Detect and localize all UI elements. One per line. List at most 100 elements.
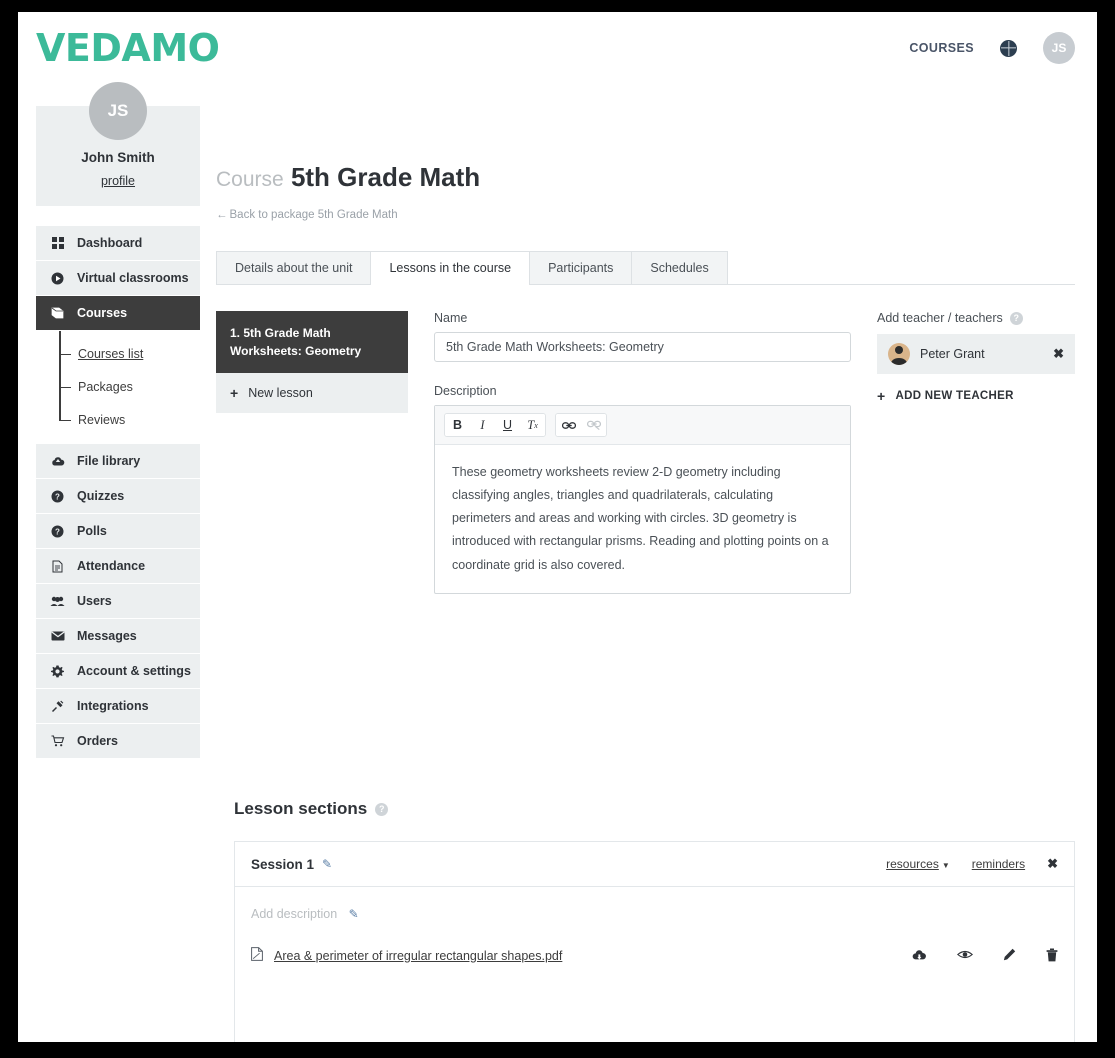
sidebar-item-quizzes[interactable]: ? Quizzes — [36, 479, 200, 514]
lesson-sections-title-row: Lesson sections ? — [234, 799, 1075, 819]
help-icon[interactable]: ? — [1009, 311, 1023, 325]
italic-button[interactable]: I — [470, 414, 495, 436]
reminders-link[interactable]: reminders — [972, 857, 1025, 871]
remove-format-sub: x — [534, 420, 538, 430]
remove-teacher-icon[interactable]: ✖ — [1053, 346, 1064, 362]
preview-eye-icon[interactable] — [956, 949, 974, 962]
courses-subnav: Courses list Packages Reviews — [36, 331, 200, 444]
add-description-pencil-icon: ✎ — [348, 907, 359, 921]
sidebar-profile-card: JS John Smith profile — [36, 82, 200, 206]
lesson-form: Name Description B I U Tx — [434, 311, 851, 594]
close-section-icon[interactable]: ✖ — [1047, 856, 1058, 872]
edit-pencil-icon[interactable] — [1003, 948, 1016, 963]
teachers-panel: Add teacher / teachers ? Peter Grant ✖ +… — [877, 311, 1075, 594]
sidebar-item-messages[interactable]: Messages — [36, 619, 200, 654]
sidebar-item-virtual-classrooms[interactable]: Virtual classrooms — [36, 261, 200, 296]
breadcrumb-back-link[interactable]: ← Back to package 5th Grade Math — [216, 209, 398, 221]
document-icon — [50, 560, 65, 573]
add-description-button[interactable]: Add description ✎ — [251, 907, 1058, 921]
cart-icon — [50, 735, 65, 747]
file-name-link[interactable]: Area & perimeter of irregular rectangula… — [274, 949, 562, 963]
lesson-list-item-active[interactable]: 1. 5th Grade Math Worksheets: Geometry — [216, 311, 408, 373]
page-title: Course 5th Grade Math — [216, 162, 1075, 193]
grid-icon — [50, 237, 65, 249]
edit-section-pencil-icon[interactable]: ✎ — [322, 857, 332, 871]
section-card: Session 1 ✎ resources ▼ reminders ✖ Add d… — [234, 841, 1075, 1042]
bold-button[interactable]: B — [445, 414, 470, 436]
sidebar-item-label: File library — [77, 454, 141, 468]
tab-participants[interactable]: Participants — [529, 251, 633, 284]
tab-lessons-in-the-course[interactable]: Lessons in the course — [370, 251, 531, 285]
sidebar-item-file-library[interactable]: File library — [36, 444, 200, 479]
add-new-teacher-button[interactable]: + ADD NEW TEACHER — [877, 388, 1075, 404]
teachers-label: Add teacher / teachers — [877, 311, 1003, 325]
file-actions — [912, 948, 1058, 964]
subnav-label: Courses list — [78, 346, 144, 361]
link-button-group — [555, 413, 607, 437]
sidebar-item-reviews[interactable]: Reviews — [36, 403, 200, 436]
download-icon[interactable] — [912, 949, 927, 963]
back-arrow-icon: ← — [216, 209, 227, 221]
sidebar-item-label: Messages — [77, 629, 137, 643]
delete-trash-icon[interactable] — [1046, 948, 1058, 964]
page-title-main: 5th Grade Math — [290, 162, 481, 192]
remove-format-button[interactable]: Tx — [520, 414, 545, 436]
sidebar: JS John Smith profile Dashboard Virtual … — [18, 82, 200, 759]
sidebar-item-dashboard[interactable]: Dashboard — [36, 226, 200, 261]
tab-schedules[interactable]: Schedules — [631, 251, 728, 284]
underline-button[interactable]: U — [495, 414, 520, 436]
nav-courses-link[interactable]: COURSES — [909, 41, 974, 55]
sidebar-item-integrations[interactable]: Integrations — [36, 689, 200, 724]
teacher-avatar — [888, 343, 910, 365]
unlink-icon[interactable] — [581, 414, 606, 436]
help-icon[interactable]: ? — [375, 802, 389, 816]
profile-link[interactable]: profile — [101, 174, 135, 188]
section-header-actions: resources ▼ reminders ✖ — [886, 856, 1058, 872]
sidebar-item-courses-list[interactable]: Courses list — [36, 337, 200, 370]
lesson-list-panel: 1. 5th Grade Math Worksheets: Geometry +… — [216, 311, 408, 594]
teacher-list-item: Peter Grant ✖ — [877, 334, 1075, 374]
avatar[interactable]: JS — [1043, 32, 1075, 64]
sidebar-item-packages[interactable]: Packages — [36, 370, 200, 403]
gear-icon — [50, 665, 65, 678]
sidebar-item-account-settings[interactable]: Account & settings — [36, 654, 200, 689]
pdf-file-icon — [251, 947, 263, 964]
sidebar-item-orders[interactable]: Orders — [36, 724, 200, 759]
app-window: VEDAMO COURSES JS JS John Smith profile … — [18, 12, 1097, 1042]
plug-icon — [50, 700, 65, 713]
new-lesson-label: New lesson — [248, 386, 313, 400]
cloud-upload-icon — [50, 456, 65, 467]
top-navigation: COURSES JS — [909, 32, 1075, 64]
play-circle-icon — [50, 272, 65, 285]
description-field-label: Description — [434, 384, 497, 398]
question-circle-icon: ? — [50, 525, 65, 538]
description-text[interactable]: These geometry worksheets review 2-D geo… — [435, 445, 850, 593]
lesson-sections-title: Lesson sections — [234, 799, 368, 818]
add-new-teacher-label: ADD NEW TEACHER — [895, 390, 1014, 402]
name-input[interactable] — [434, 332, 851, 362]
sidebar-item-users[interactable]: Users — [36, 584, 200, 619]
back-link-label: Back to package 5th Grade Math — [229, 209, 398, 221]
question-circle-icon: ? — [50, 490, 65, 503]
chevron-down-icon: ▼ — [941, 861, 950, 870]
sidebar-item-label: Dashboard — [77, 236, 143, 250]
section-header: Session 1 ✎ resources ▼ reminders ✖ — [235, 842, 1074, 887]
resources-dropdown[interactable]: resources ▼ — [886, 857, 950, 871]
vedamo-logo: VEDAMO — [36, 26, 220, 70]
sidebar-item-polls[interactable]: ? Polls — [36, 514, 200, 549]
editor-toolbar: B I U Tx — [435, 406, 850, 445]
sidebar-item-attendance[interactable]: Attendance — [36, 549, 200, 584]
new-lesson-button[interactable]: + New lesson — [216, 373, 408, 413]
main-content: Course 5th Grade Math ← Back to package 5… — [200, 86, 1097, 594]
lesson-sections-area: Lesson sections ? Session 1 ✎ resources ▼… — [218, 759, 1097, 1042]
teachers-label-row: Add teacher / teachers ? — [877, 311, 1075, 325]
globe-icon[interactable] — [1000, 39, 1017, 57]
sidebar-item-label: Courses — [77, 306, 128, 320]
link-icon[interactable] — [556, 414, 581, 436]
profile-avatar: JS — [89, 82, 147, 140]
sidebar-item-label: Users — [77, 594, 112, 608]
sidebar-item-courses[interactable]: Courses — [36, 296, 200, 331]
plus-icon: + — [877, 388, 886, 404]
tab-details-about-the-unit[interactable]: Details about the unit — [216, 251, 372, 284]
section-name: Session 1 — [251, 856, 315, 872]
